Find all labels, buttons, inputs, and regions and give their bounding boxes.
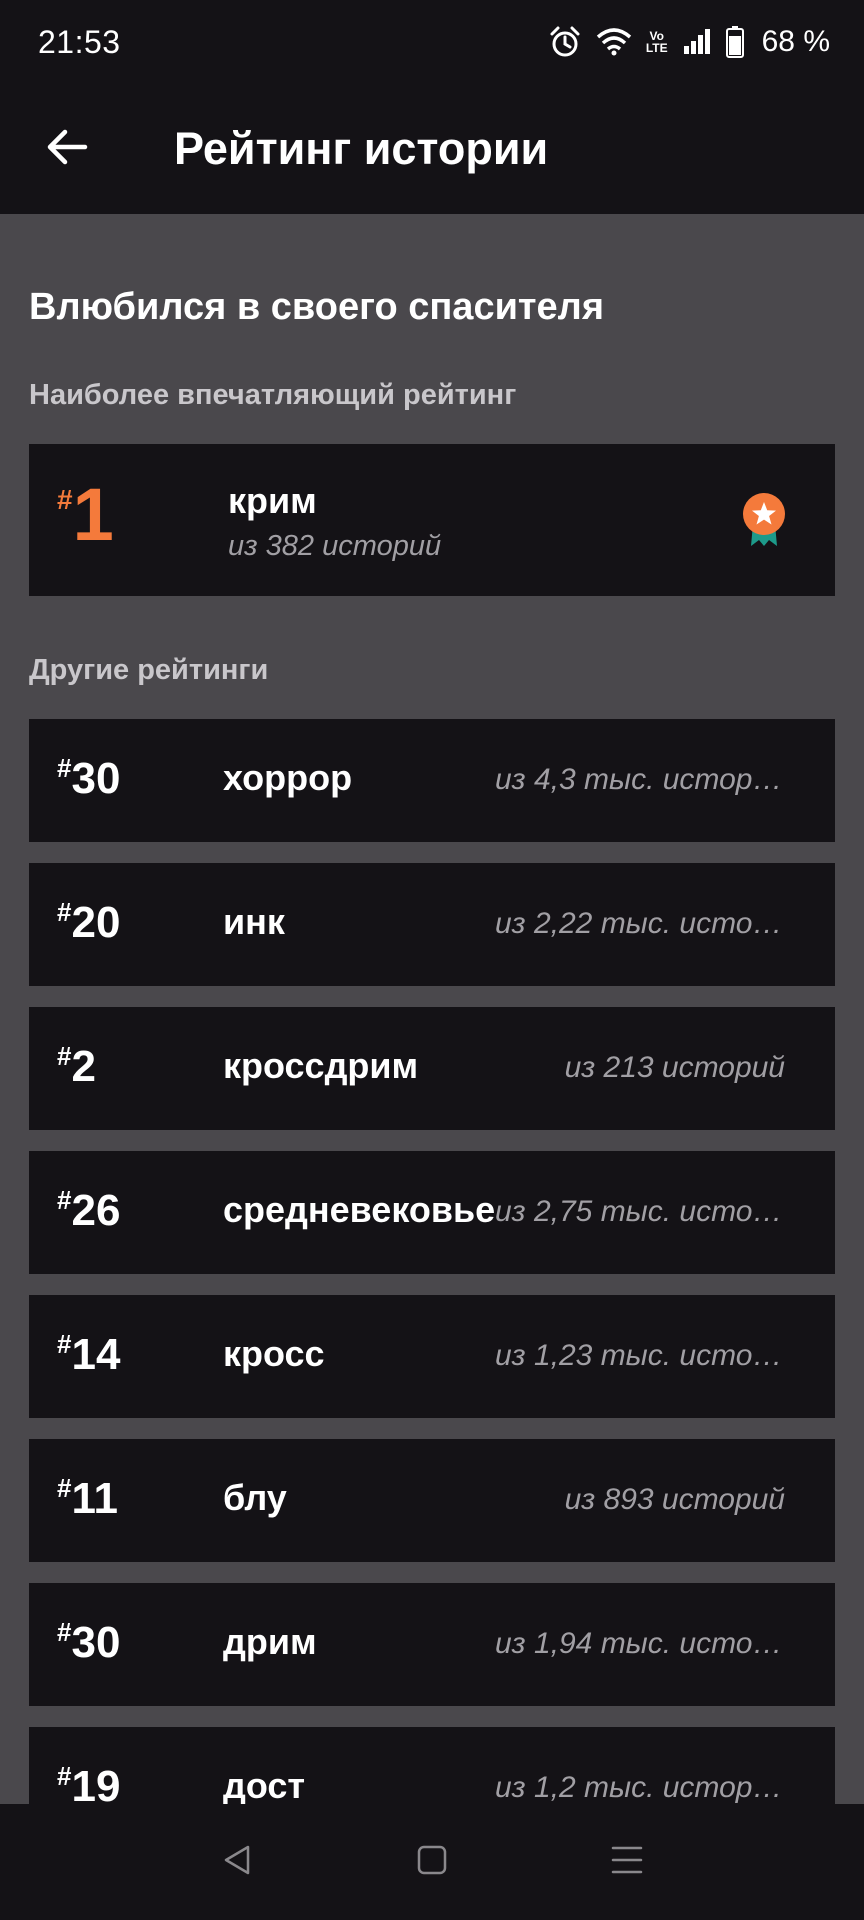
rank-tag: хоррор [223, 757, 353, 798]
rank-number: #19 [57, 1761, 121, 1804]
battery-percent: 68 % [761, 25, 830, 58]
nav-recents-button[interactable] [597, 1832, 657, 1892]
rank-count: из 1,2 тыс. историй [495, 1771, 785, 1804]
wifi-icon [596, 27, 632, 57]
rank-number: #30 [57, 753, 121, 803]
rank-number: #2 [57, 1041, 96, 1091]
rank-count: из 4,3 тыс. историй [495, 763, 785, 796]
nav-back-button[interactable] [207, 1832, 267, 1892]
rank-item[interactable]: #26 средневековье из 2,75 тыс. истор... [29, 1151, 835, 1274]
top-rank-count: из 382 историй [228, 530, 442, 562]
medal-icon [741, 492, 787, 553]
rank-count: из 213 историй [564, 1051, 785, 1084]
rank-number: #11 [57, 1473, 118, 1523]
status-time: 21:53 [38, 23, 121, 60]
rank-number: #14 [57, 1329, 121, 1379]
rank-item[interactable]: #20 инк из 2,22 тыс. историй [29, 863, 835, 986]
recents-menu-icon [610, 1845, 644, 1880]
back-button[interactable] [32, 114, 102, 184]
top-ranking-label: Наиболее впечатляющий рейтинг [29, 379, 517, 411]
top-rank-info: крим из 382 историй [228, 480, 441, 563]
home-square-icon [416, 1844, 448, 1881]
story-title: Влюбился в своего спасителя [29, 286, 604, 328]
nav-home-button[interactable] [402, 1832, 462, 1892]
rank-tag: средневековье [223, 1189, 496, 1230]
rank-item[interactable]: #30 хоррор из 4,3 тыс. историй [29, 719, 835, 842]
alarm-icon [548, 25, 582, 59]
rank-tag: дрим [223, 1621, 317, 1662]
top-rank-number: #1 [57, 473, 114, 556]
rank-tag: инк [223, 901, 285, 942]
rank-count: из 893 историй [564, 1483, 785, 1516]
rank-item[interactable]: #30 дрим из 1,94 тыс. историй [29, 1583, 835, 1706]
rank-item[interactable]: #2 кроссдрим из 213 историй [29, 1007, 835, 1130]
top-rank-tag: крим [228, 480, 317, 521]
rank-tag: кросс [223, 1333, 325, 1374]
rank-item[interactable]: #11 блу из 893 историй [29, 1439, 835, 1562]
rank-count: из 2,75 тыс. истор... [495, 1195, 785, 1228]
volte-icon: Vo LTE [645, 29, 668, 55]
rank-number: #30 [57, 1617, 121, 1667]
page-title: Рейтинг истории [174, 123, 549, 174]
other-rankings-label: Другие рейтинги [29, 654, 269, 686]
signal-icon [682, 28, 712, 56]
rank-item[interactable]: #19 дост из 1,2 тыс. историй [29, 1727, 835, 1804]
status-bar: 21:53 Vo LTE 68 % [0, 0, 864, 84]
arrow-left-icon [45, 127, 89, 172]
rank-count: из 2,22 тыс. историй [495, 907, 785, 940]
rank-tag: дост [223, 1765, 306, 1804]
back-triangle-icon [220, 1843, 254, 1882]
rank-item[interactable]: #14 кросс из 1,23 тыс. историй [29, 1295, 835, 1418]
rank-count: из 1,94 тыс. историй [495, 1627, 785, 1660]
app-bar: Рейтинг истории [0, 84, 864, 214]
top-ranking-card[interactable]: #1 крим из 382 историй [29, 444, 835, 596]
rank-count: из 1,23 тыс. историй [495, 1339, 785, 1372]
status-icons: Vo LTE 68 % [548, 25, 830, 59]
content: Влюбился в своего спасителя Наиболее впе… [0, 214, 864, 1804]
rank-tag: кроссдрим [223, 1045, 419, 1086]
rank-number: #26 [57, 1185, 121, 1235]
rank-number: #20 [57, 897, 121, 947]
system-nav-bar [0, 1804, 864, 1920]
rank-tag: блу [223, 1477, 287, 1518]
rank-list: #30 хоррор из 4,3 тыс. историй #20 инк и… [29, 719, 835, 1804]
battery-icon [725, 26, 744, 58]
